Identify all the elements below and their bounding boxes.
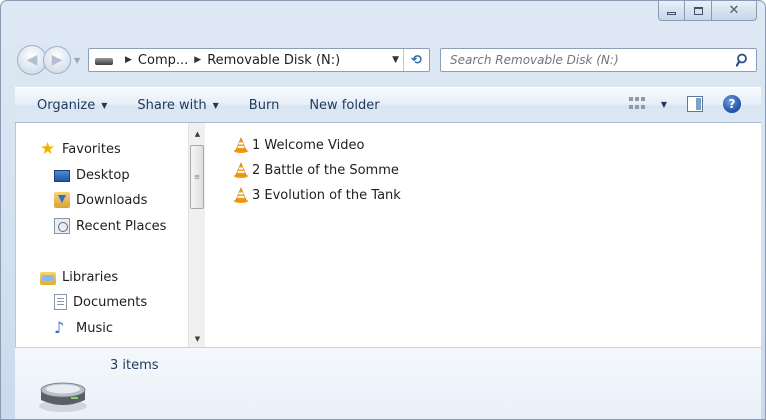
organize-label: Organize — [37, 97, 96, 113]
navigation-pane: ★ Favorites Desktop Downloads Recent Pla… — [16, 123, 206, 347]
search-box[interactable] — [440, 48, 757, 72]
new-folder-label: New folder — [309, 97, 380, 113]
search-icon[interactable] — [736, 53, 750, 67]
chevron-down-icon: ▼ — [212, 100, 219, 110]
address-dropdown-icon[interactable]: ▼ — [392, 55, 399, 65]
preview-pane-icon[interactable] — [687, 96, 703, 112]
drive-icon — [95, 58, 113, 65]
explorer-window: ✕ ◀ ▶ ▼ ▶ Comp... ▶ Removable Disk (N:) … — [0, 0, 766, 420]
burn-button[interactable]: Burn — [249, 98, 280, 113]
help-icon[interactable]: ? — [723, 95, 741, 113]
nav-item-downloads[interactable]: Downloads — [54, 190, 147, 210]
nav-item-desktop[interactable]: Desktop — [54, 165, 130, 185]
item-count: 3 items — [110, 358, 159, 373]
nav-item-label: Desktop — [76, 167, 130, 183]
list-item[interactable]: 3 Evolution of the Tank — [233, 185, 401, 205]
list-item[interactable]: 1 Welcome Video — [233, 135, 364, 155]
nav-item-recent-places[interactable]: Recent Places — [54, 216, 166, 236]
file-name: 3 Evolution of the Tank — [252, 187, 401, 203]
nav-item-label: Documents — [73, 294, 148, 310]
breadcrumb-computer[interactable]: Comp... — [138, 53, 188, 68]
chevron-right-icon[interactable]: ▶ — [125, 55, 132, 65]
organize-button[interactable]: Organize ▼ — [37, 98, 107, 113]
close-icon: ✕ — [728, 3, 740, 18]
file-name: 1 Welcome Video — [252, 137, 365, 153]
nav-favorites-label: Favorites — [62, 141, 121, 157]
music-icon: ♪ — [54, 318, 65, 337]
breadcrumb-removable-disk[interactable]: Removable Disk (N:) — [207, 53, 340, 68]
documents-icon — [54, 294, 67, 310]
scroll-up-icon[interactable]: ▲ — [189, 125, 206, 142]
nav-favorites[interactable]: ★ Favorites — [40, 139, 121, 159]
caption-buttons: ✕ — [658, 1, 757, 23]
forward-button[interactable]: ▶ — [43, 46, 71, 74]
scroll-down-icon[interactable]: ▼ — [189, 330, 206, 347]
star-icon: ★ — [40, 139, 56, 159]
maximize-button[interactable] — [685, 1, 712, 21]
vlc-media-icon — [234, 162, 248, 178]
chevron-down-icon: ▼ — [101, 100, 108, 110]
close-button[interactable]: ✕ — [712, 1, 757, 21]
vlc-media-icon — [234, 187, 248, 203]
nav-pane-scrollbar[interactable]: ▲ ≡ ▼ — [188, 123, 205, 347]
share-with-button[interactable]: Share with ▼ — [137, 98, 218, 113]
nav-item-label: Downloads — [76, 192, 148, 208]
command-bar: Organize ▼ Share with ▼ Burn New folder … — [15, 87, 761, 123]
back-arrow-icon: ◀ — [26, 52, 38, 68]
nav-libraries[interactable]: Libraries — [40, 267, 118, 287]
libraries-icon — [40, 271, 56, 285]
nav-item-label: Music — [76, 320, 113, 336]
refresh-icon: ⟲ — [411, 52, 422, 68]
change-view-icon[interactable] — [628, 97, 645, 111]
maximize-icon — [693, 6, 703, 15]
minimize-icon — [667, 12, 676, 15]
nav-item-label: Recent Places — [76, 218, 167, 234]
removable-drive-icon — [39, 382, 87, 412]
burn-label: Burn — [248, 97, 280, 113]
file-list: 1 Welcome Video 2 Battle of the Somme 3 … — [216, 123, 761, 347]
share-with-label: Share with — [137, 97, 207, 113]
vlc-media-icon — [234, 137, 248, 153]
list-item[interactable]: 2 Battle of the Somme — [233, 160, 399, 180]
view-controls: ▼ ? — [628, 95, 741, 113]
search-input[interactable] — [450, 53, 690, 67]
nav-libraries-label: Libraries — [62, 269, 119, 285]
downloads-icon — [54, 192, 70, 208]
file-name: 2 Battle of the Somme — [252, 162, 399, 178]
details-pane: 3 items — [15, 347, 761, 419]
refresh-button[interactable]: ⟲ — [403, 49, 429, 71]
nav-item-music[interactable]: ♪ Music — [54, 318, 113, 338]
explorer-content: ★ Favorites Desktop Downloads Recent Pla… — [15, 123, 761, 347]
nav-item-documents[interactable]: Documents — [54, 292, 147, 312]
recent-pages-dropdown[interactable]: ▼ — [74, 56, 84, 65]
recent-places-icon — [54, 218, 70, 234]
chevron-right-icon[interactable]: ▶ — [194, 55, 201, 65]
new-folder-button[interactable]: New folder — [309, 98, 379, 113]
address-bar[interactable]: ▶ Comp... ▶ Removable Disk (N:) ▼ ⟲ — [88, 48, 430, 72]
minimize-button[interactable] — [658, 1, 685, 21]
forward-arrow-icon: ▶ — [51, 52, 63, 68]
help-glyph: ? — [728, 97, 736, 111]
desktop-icon — [54, 170, 70, 182]
view-options-dropdown-icon[interactable]: ▼ — [661, 100, 667, 109]
navigation-bar: ◀ ▶ ▼ ▶ Comp... ▶ Removable Disk (N:) ▼ … — [17, 43, 757, 77]
scrollbar-thumb[interactable]: ≡ — [190, 145, 204, 209]
